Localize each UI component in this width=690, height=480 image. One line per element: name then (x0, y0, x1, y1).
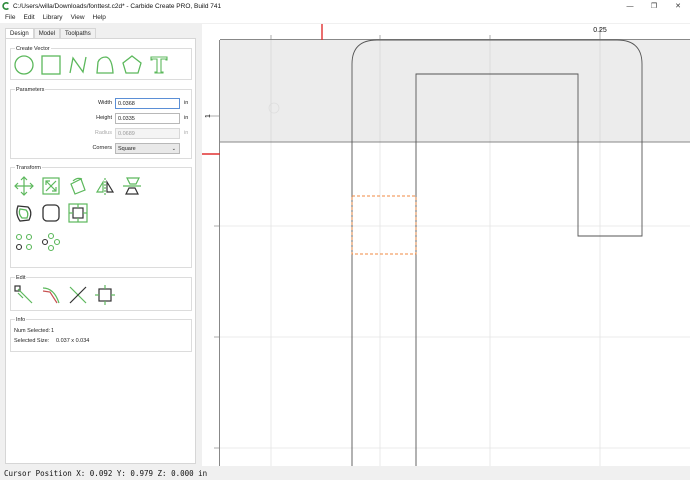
align-icon (123, 177, 141, 195)
rotate-icon (70, 177, 86, 195)
mirror-icon (95, 178, 115, 195)
create-vector-group: Create Vector (10, 46, 192, 80)
status-bar: Cursor Position X: 0.092 Y: 0.979 Z: 0.0… (0, 466, 690, 480)
corners-label: Corners (92, 145, 112, 151)
transform-title: Transform (15, 165, 42, 171)
num-selected-value: 1 (51, 328, 55, 334)
height-input[interactable] (115, 113, 180, 124)
edit-nodes-icon (14, 285, 33, 304)
align-tool[interactable] (121, 175, 143, 197)
polygon-icon (122, 55, 142, 74)
mirror-tool[interactable] (94, 175, 116, 197)
smooth-icon (42, 287, 60, 304)
radius-input (115, 128, 180, 139)
menu-view[interactable]: View (67, 14, 89, 21)
cursor-position-readout: Cursor Position X: 0.092 Y: 0.979 Z: 0.0… (4, 468, 208, 478)
create-vector-title: Create Vector (15, 46, 51, 52)
trim-icon (69, 286, 87, 304)
rotate-tool[interactable] (67, 175, 89, 197)
tab-model[interactable]: Model (33, 28, 61, 38)
circle-array-icon (41, 232, 61, 252)
ruler-top-label: 0.25 (593, 27, 607, 34)
restore-button[interactable]: ❐ (642, 0, 666, 12)
boolean-tool[interactable] (67, 202, 89, 224)
parameters-group: Parameters Width in Height in Radius in … (10, 87, 192, 159)
ruler-left-label: 1 (205, 114, 212, 118)
text-icon (150, 56, 168, 74)
height-unit: in (184, 115, 189, 121)
app-logo-icon (2, 2, 9, 10)
chevron-down-icon: ⌄ (171, 145, 176, 152)
menu-file[interactable]: File (0, 14, 19, 21)
edit-title: Edit (15, 275, 27, 281)
transform-group: Transform (10, 165, 192, 268)
num-selected-label: Num Selected: (14, 328, 51, 334)
height-label: Height (96, 115, 112, 121)
rectangle-icon (41, 55, 61, 75)
close-button[interactable]: ✕ (666, 0, 690, 12)
design-canvas[interactable]: 0.25 1 (202, 24, 690, 466)
array-tool[interactable] (13, 231, 35, 253)
info-title: Info (15, 317, 27, 323)
polyline-tool[interactable] (67, 54, 89, 76)
width-input[interactable] (115, 98, 180, 109)
curve-icon (96, 56, 114, 74)
edit-nodes-tool[interactable] (13, 284, 35, 306)
scale-icon (42, 177, 60, 195)
menu-bar: File Edit Library View Help (0, 12, 690, 23)
tab-design[interactable]: Design (5, 28, 34, 38)
ruler-left (202, 40, 220, 466)
corners-select[interactable]: Square ⌄ (115, 143, 180, 154)
text-tool[interactable] (148, 54, 170, 76)
fillet-tool[interactable] (40, 202, 62, 224)
design-panel: Create Vector Parameters Width 0.0368 in… (5, 38, 196, 464)
polyline-icon (69, 56, 87, 74)
selected-size-value: 0.037 x 0.034 (56, 338, 90, 344)
tab-bar: Design Model Toolpaths (5, 28, 96, 38)
menu-edit[interactable]: Edit (19, 14, 38, 21)
radius-unit: in (184, 130, 189, 136)
minimize-button[interactable]: — (618, 0, 642, 12)
parameters-title: Parameters (15, 87, 46, 93)
fillet-icon (42, 204, 60, 222)
stock-area (220, 40, 690, 142)
move-tool[interactable] (13, 175, 35, 197)
rectangle-tool[interactable] (40, 54, 62, 76)
width-label: Width (97, 100, 112, 106)
polygon-tool[interactable] (121, 54, 143, 76)
smooth-tool[interactable] (40, 284, 62, 306)
circle-icon (14, 55, 34, 75)
tab-toolpaths[interactable]: Toolpaths (60, 28, 96, 38)
menu-help[interactable]: Help (89, 14, 110, 21)
edit-group: Edit (10, 275, 192, 311)
boolean-icon (68, 203, 88, 223)
selected-rectangle[interactable] (351, 195, 417, 255)
circle-array-tool[interactable] (40, 231, 62, 253)
menu-library[interactable]: Library (39, 14, 67, 21)
offset-tool[interactable] (13, 202, 35, 224)
offset-icon (16, 205, 32, 222)
curve-tool[interactable] (94, 54, 116, 76)
canvas-drawing: 0.25 1 (202, 24, 690, 466)
window-title: C:/Users/willa/Downloads/fonttest.c2d* -… (13, 2, 222, 10)
radius-label: Radius (94, 130, 112, 136)
width-unit: in (184, 100, 189, 106)
scale-tool[interactable] (40, 175, 62, 197)
title-bar: C:/Users/willa/Downloads/fonttest.c2d* -… (0, 0, 690, 12)
ruler-top (202, 24, 690, 40)
left-panel: Design Model Toolpaths Create Vector Par… (0, 24, 200, 466)
info-group: Info Num Selected: 1 Selected Size: 0.03… (10, 317, 192, 352)
selected-size-label: Selected Size: (14, 338, 50, 344)
trim-tool[interactable] (67, 284, 89, 306)
join-tool[interactable] (94, 284, 116, 306)
circle-tool[interactable] (13, 54, 35, 76)
array-icon (15, 233, 33, 251)
corners-value: Square (118, 145, 136, 152)
join-icon (95, 285, 115, 305)
move-icon (14, 176, 34, 196)
